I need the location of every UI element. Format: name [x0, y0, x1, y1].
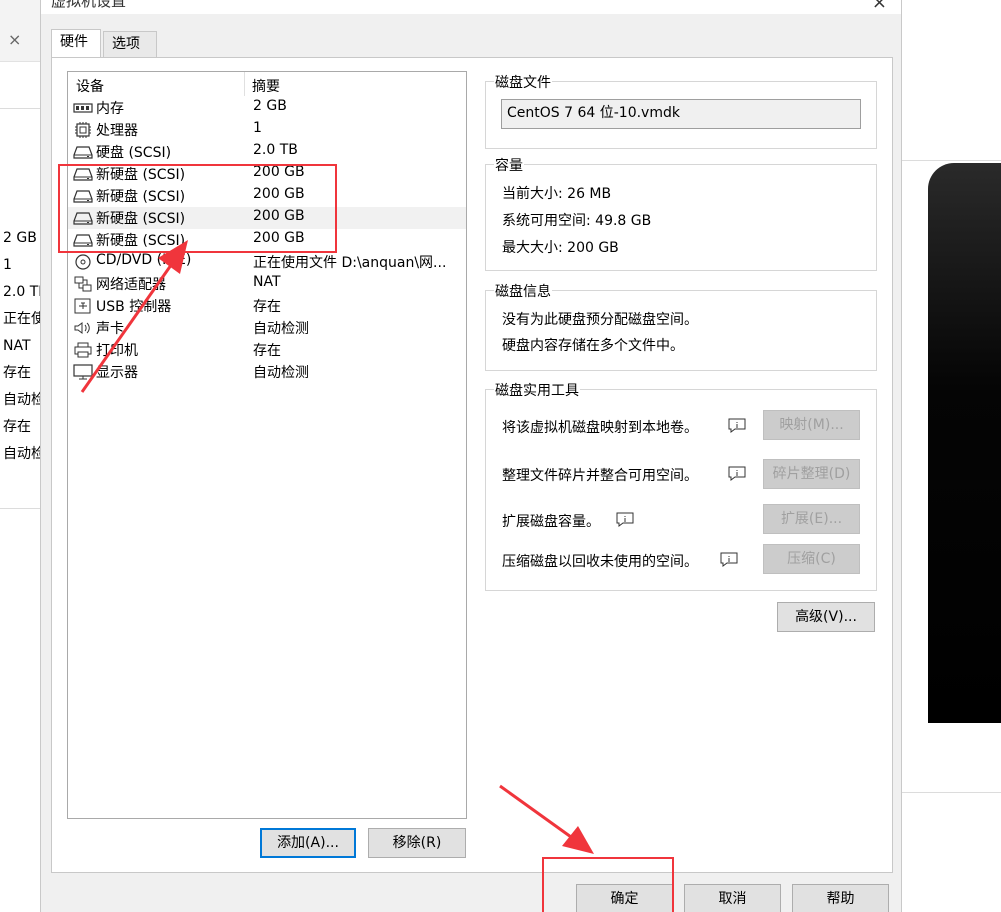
- tab-options[interactable]: 选项: [103, 31, 157, 57]
- hard-disk-icon: [73, 146, 93, 159]
- annotation-highlight-ok-button: [542, 857, 674, 912]
- monitor-icon: [73, 364, 93, 380]
- device-list-header: 设备 摘要: [68, 72, 466, 98]
- device-summary: 存在: [253, 343, 281, 359]
- background-value: 1: [3, 257, 12, 273]
- info-icon[interactable]: [728, 466, 746, 481]
- device-name: 显示器: [96, 365, 138, 381]
- compact-description: 压缩磁盘以回收未使用的空间。: [502, 554, 698, 570]
- device-summary: 存在: [253, 299, 281, 315]
- network-adapter-icon: [74, 276, 92, 292]
- device-name: USB 控制器: [96, 299, 172, 315]
- device-name: CD/DVD (IDE): [96, 252, 192, 268]
- background-divider: [0, 508, 40, 509]
- device-summary: 正在使用文件 D:\anquan\网...: [253, 255, 447, 271]
- disk-file-field[interactable]: CentOS 7 64 位-10.vmdk: [501, 99, 861, 129]
- background-divider: [0, 108, 40, 109]
- device-summary: 2 GB: [253, 98, 287, 114]
- usb-icon: [74, 298, 91, 314]
- device-name: 内存: [96, 101, 124, 117]
- background-value-list: 2 GB 1 2.0 TB 正在使 NAT 存在 自动检 存在 自动检: [3, 228, 40, 471]
- info-icon[interactable]: [720, 552, 738, 567]
- column-header-summary[interactable]: 摘要: [252, 76, 280, 96]
- background-value: 自动检: [3, 446, 40, 462]
- disk-info-group: 磁盘信息 没有为此硬盘预分配磁盘空间。 硬盘内容存储在多个文件中。: [485, 281, 877, 371]
- column-header-device[interactable]: 设备: [76, 76, 104, 96]
- capacity-group: 容量 当前大小: 26 MB 系统可用空间: 49.8 GB 最大大小: 200…: [485, 155, 877, 271]
- tab-hardware[interactable]: 硬件: [51, 29, 101, 57]
- info-icon[interactable]: [728, 418, 746, 433]
- background-value: 2.0 TB: [3, 284, 40, 300]
- printer-icon: [74, 342, 92, 358]
- device-row-network-adapter[interactable]: 网络适配器 NAT: [68, 273, 466, 295]
- dialog-title: 虚拟机设置: [51, 0, 127, 10]
- background-value: NAT: [3, 338, 31, 354]
- expand-description: 扩展磁盘容量。: [502, 514, 600, 530]
- current-size-text: 当前大小: 26 MB: [502, 186, 612, 202]
- capacity-title: 容量: [494, 155, 524, 175]
- cd-dvd-icon: [75, 254, 91, 270]
- disk-info-title: 磁盘信息: [494, 281, 552, 301]
- device-summary: 1: [253, 120, 262, 136]
- background-value: 正在使: [3, 311, 40, 327]
- device-row-cd-dvd[interactable]: CD/DVD (IDE) 正在使用文件 D:\anquan\网...: [68, 251, 466, 273]
- device-row-sound-card[interactable]: 声卡 自动检测: [68, 317, 466, 339]
- device-row-processor[interactable]: 处理器 1: [68, 119, 466, 141]
- disk-utilities-title: 磁盘实用工具: [494, 380, 580, 400]
- disk-file-title: 磁盘文件: [494, 72, 552, 92]
- column-divider[interactable]: [244, 72, 245, 96]
- background-value: 存在: [3, 419, 31, 435]
- background-value: 2 GB: [3, 230, 37, 246]
- max-size-text: 最大大小: 200 GB: [502, 240, 619, 256]
- device-name: 声卡: [96, 321, 124, 337]
- device-name: 硬盘 (SCSI): [96, 145, 172, 161]
- background-tab-bar: ×: [0, 0, 40, 62]
- background-tab-close-icon[interactable]: ×: [8, 30, 21, 49]
- disk-info-line: 硬盘内容存储在多个文件中。: [502, 338, 684, 354]
- background-value: 自动检: [3, 392, 40, 408]
- background-divider: [900, 792, 1001, 793]
- cpu-icon: [75, 122, 91, 138]
- map-button[interactable]: 映射(M)...: [763, 410, 860, 440]
- device-row-printer[interactable]: 打印机 存在: [68, 339, 466, 361]
- device-name: 处理器: [96, 123, 138, 139]
- device-summary: 自动检测: [253, 321, 309, 337]
- background-divider: [900, 160, 1001, 161]
- remove-device-button[interactable]: 移除(R): [368, 828, 466, 858]
- device-row-memory[interactable]: 内存 2 GB: [68, 97, 466, 119]
- background-vm-preview: [928, 163, 1001, 723]
- info-icon[interactable]: [616, 512, 634, 527]
- device-row-display[interactable]: 显示器 自动检测: [68, 361, 466, 383]
- disk-file-group: 磁盘文件 CentOS 7 64 位-10.vmdk: [485, 72, 877, 149]
- vm-settings-dialog: 虚拟机设置 × 硬件 选项 设备 摘要 内存 2 GB 处理器 1 硬盘 (SC…: [40, 0, 902, 912]
- background-value: 存在: [3, 365, 31, 381]
- device-row-usb-controller[interactable]: USB 控制器 存在: [68, 295, 466, 317]
- device-name: 网络适配器: [96, 277, 166, 293]
- memory-icon: [73, 103, 93, 113]
- available-space-text: 系统可用空间: 49.8 GB: [502, 213, 652, 229]
- device-row-hard-disk[interactable]: 硬盘 (SCSI) 2.0 TB: [68, 141, 466, 163]
- defrag-button[interactable]: 碎片整理(D): [763, 459, 860, 489]
- device-summary: 自动检测: [253, 365, 309, 381]
- dialog-titlebar: 虚拟机设置 ×: [41, 0, 901, 14]
- device-summary: 2.0 TB: [253, 142, 298, 158]
- cancel-button[interactable]: 取消: [684, 884, 781, 912]
- speaker-icon: [74, 322, 90, 334]
- compact-button[interactable]: 压缩(C): [763, 544, 860, 574]
- advanced-button[interactable]: 高级(V)...: [777, 602, 875, 632]
- device-name: 打印机: [96, 343, 138, 359]
- disk-utilities-group: 磁盘实用工具 将该虚拟机磁盘映射到本地卷。 映射(M)... 整理文件碎片并整合…: [485, 380, 877, 591]
- add-device-button[interactable]: 添加(A)...: [260, 828, 356, 858]
- help-button[interactable]: 帮助: [792, 884, 889, 912]
- defrag-description: 整理文件碎片并整合可用空间。: [502, 468, 698, 484]
- device-summary: NAT: [253, 274, 281, 290]
- dialog-close-icon[interactable]: ×: [872, 0, 887, 13]
- disk-info-line: 没有为此硬盘预分配磁盘空间。: [502, 312, 698, 328]
- expand-button[interactable]: 扩展(E)...: [763, 504, 860, 534]
- annotation-highlight-new-disks: [58, 164, 337, 253]
- map-description: 将该虚拟机磁盘映射到本地卷。: [502, 420, 698, 436]
